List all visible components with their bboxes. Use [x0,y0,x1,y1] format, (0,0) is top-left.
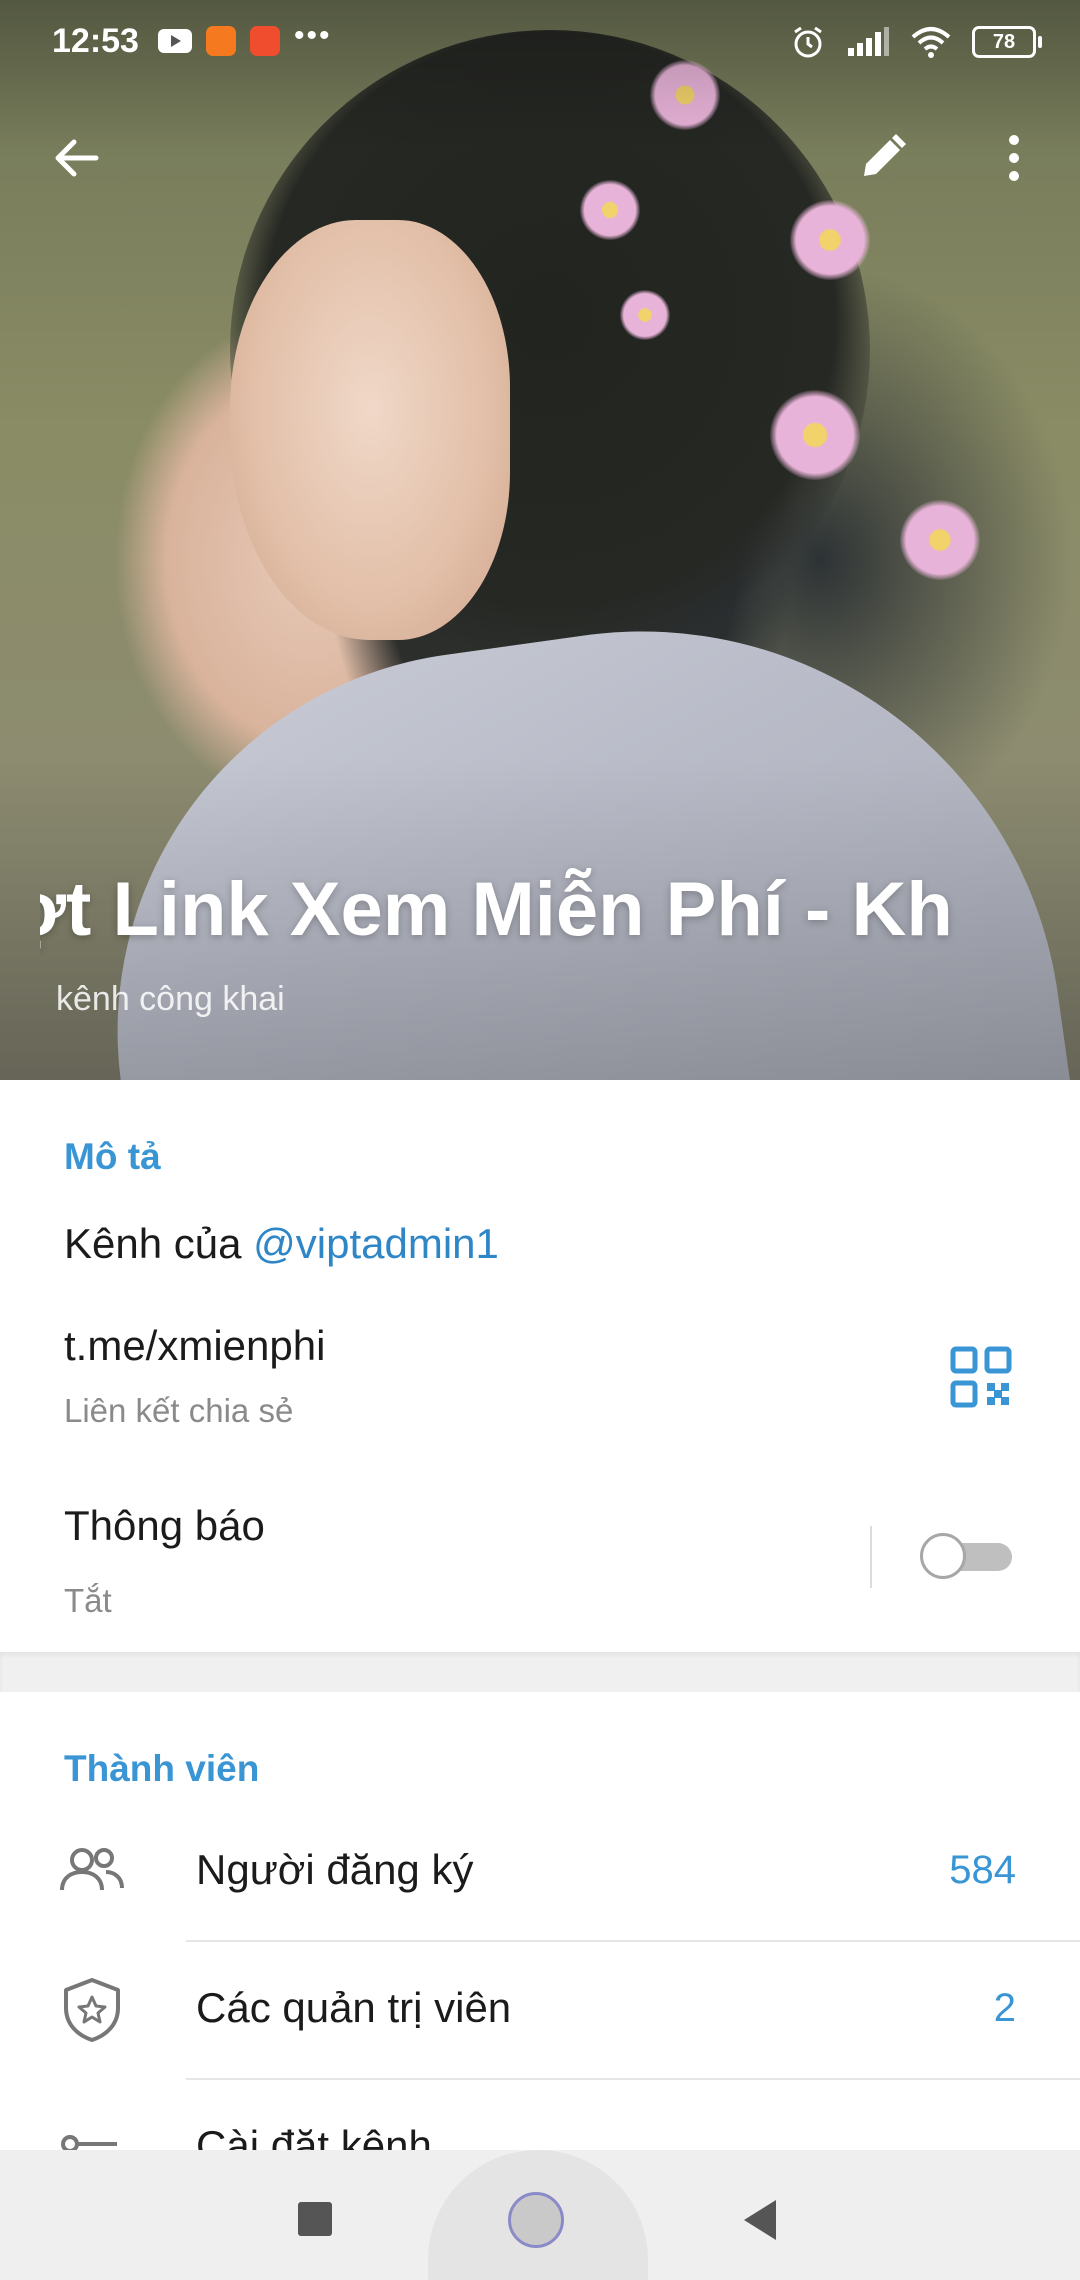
edit-button[interactable] [842,118,922,198]
shield-star-icon [64,1978,120,2042]
pencil-icon [864,134,906,176]
temu-icon [206,26,236,56]
subscribers-row[interactable]: Người đăng ký 584 [0,1802,1080,1940]
notifications-label[interactable]: Thông báo [64,1502,265,1550]
system-navigation-bar [0,2150,1080,2280]
channel-title-text: ợt Link Xem Miễn Phí - Kh [40,867,953,952]
channel-title: ợt Link Xem Miễn Phí - Kh [40,858,1030,968]
admins-count: 2 [993,1986,1016,2030]
subscribers-label: Người đăng ký [196,1846,474,1893]
subscribers-count: 584 [949,1848,1016,1892]
notification-icons: ••• [158,19,332,56]
home-button[interactable] [508,2192,564,2248]
notifications-divider [870,1526,872,1588]
notifications-status: Tắt [64,1582,112,1619]
system-icons: 78 [790,24,1042,60]
shopee-icon [250,26,280,56]
admin-mention-link[interactable]: @viptadmin1 [253,1220,499,1267]
back-button[interactable] [36,118,116,198]
section-separator [0,1652,1080,1692]
description-text: Kênh của [64,1220,254,1267]
recent-apps-button[interactable] [298,2202,332,2236]
toggle-knob [920,1533,966,1579]
more-vertical-icon [1009,135,1019,181]
qr-code-icon [950,1346,1012,1408]
share-link-label: Liên kết chia sẻ [64,1392,294,1429]
signal-icon [848,27,889,56]
admins-label: Các quản trị viên [196,1984,512,2031]
share-link[interactable]: t.me/xmienphi [64,1322,325,1370]
people-icon [60,1848,124,1891]
battery-indicator: 78 [972,26,1042,58]
status-time: 12:53 [52,22,139,60]
channel-description: Kênh của @viptadmin1 [64,1220,499,1268]
system-back-button[interactable] [744,2200,776,2240]
status-bar: 12:53 ••• 78 [0,0,1080,90]
qr-code-button[interactable] [950,1346,1012,1408]
alarm-icon [794,26,822,58]
youtube-icon [158,29,192,53]
more-options-button[interactable] [974,118,1054,198]
section-title-description: Mô tả [64,1136,161,1177]
more-notifications-icon: ••• [294,19,332,52]
profile-header-photo[interactable]: 12:53 ••• 78 ợt Link Xem Miễn Phí - Kh k… [0,0,1080,1080]
section-title-members: Thành viên [64,1748,260,1789]
arrow-left-icon [55,139,99,177]
notifications-toggle[interactable] [920,1530,1014,1584]
admins-row[interactable]: Các quản trị viên 2 [0,1940,1080,2078]
channel-type: kênh công khai [56,980,285,1018]
wifi-icon [911,27,951,58]
